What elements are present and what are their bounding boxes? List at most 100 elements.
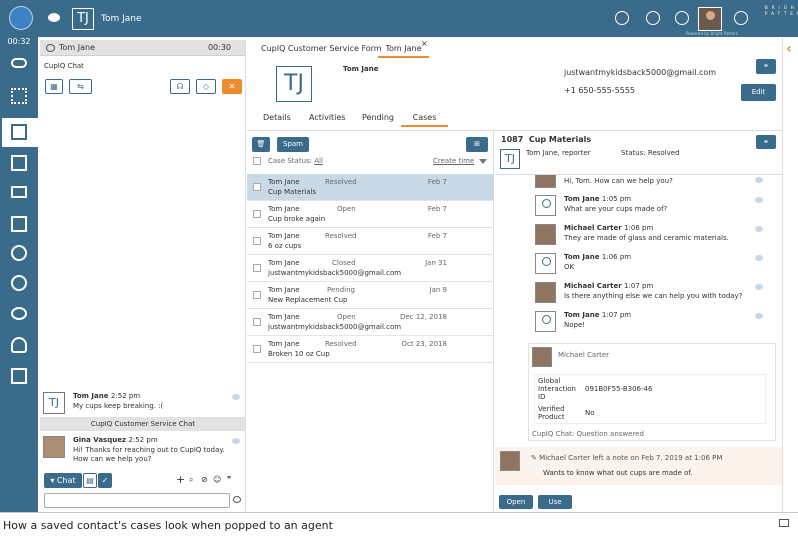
message-bubble-icon: [755, 313, 763, 319]
spam-button[interactable]: Spam: [277, 137, 309, 152]
active-contact-initials[interactable]: TJ: [72, 8, 94, 30]
documents-icon[interactable]: [11, 124, 27, 140]
user-check-icon[interactable]: [11, 337, 27, 353]
inbox-icon[interactable]: [11, 186, 27, 198]
pie-chart-icon[interactable]: [646, 11, 660, 25]
message-text: Hi, Tom. How can we help you?: [564, 177, 673, 185]
subtab-cases[interactable]: Cases: [401, 112, 448, 127]
edit-button[interactable]: Edit: [741, 84, 776, 101]
case-checkbox[interactable]: [253, 291, 261, 299]
document-icon[interactable]: ▤: [83, 473, 97, 488]
case-status-filter[interactable]: Case Status: All: [268, 157, 323, 165]
field-value: 091B0F55-B306-46: [585, 385, 653, 393]
close-tab-icon[interactable]: ×: [421, 39, 428, 48]
contact-avatar: [535, 253, 556, 274]
case-message: Michael Carter 1:07 pm Is there anything…: [535, 282, 775, 307]
chat-header-name: Tom Jane: [59, 43, 96, 52]
open-button[interactable]: Open: [499, 495, 533, 509]
end-chat-button[interactable]: ✕: [222, 79, 242, 94]
chat-header[interactable]: Tom Jane 00:30: [40, 40, 245, 56]
tag-button[interactable]: ◇: [196, 79, 216, 94]
case-row[interactable]: Tom Jane Resolved Feb 76 oz cups: [247, 228, 494, 255]
chat-bubble-icon: [46, 44, 55, 52]
chat-bubble-icon[interactable]: [48, 13, 60, 22]
session-timer: 00:32: [7, 37, 31, 46]
new-case-button[interactable]: ⊞: [466, 137, 488, 152]
help-icon[interactable]: [675, 11, 689, 25]
field-label: Global Interaction ID: [538, 377, 576, 401]
emoji-icon[interactable]: ☺: [213, 475, 221, 484]
contact-phone: +1 650-555-5555: [564, 86, 636, 95]
chat-header-time: 00:30: [207, 43, 231, 52]
link-button[interactable]: ⚭: [756, 59, 776, 74]
agent-avatar: [532, 347, 552, 367]
case-checkbox[interactable]: [253, 210, 261, 218]
dialpad-icon[interactable]: [11, 88, 27, 104]
message-bubble-icon: [755, 177, 763, 183]
power-icon[interactable]: [734, 11, 748, 25]
delete-button[interactable]: 🗑: [252, 137, 270, 152]
message-author: Tom Jane 1:07 pm: [564, 311, 632, 319]
subtab-pending[interactable]: Pending: [362, 112, 394, 127]
message-text: Nope!: [564, 321, 586, 329]
search-icon[interactable]: ⌕: [189, 475, 193, 485]
reports-icon[interactable]: [11, 275, 27, 291]
message-bubble-icon: [232, 438, 240, 444]
case-row[interactable]: Tom Jane Resolved Oct 23, 2018 Broken 10 oz…: [247, 336, 494, 363]
user-avatar[interactable]: [698, 7, 722, 31]
check-icon[interactable]: ✓: [98, 473, 112, 488]
chat-icon[interactable]: [11, 307, 27, 320]
search-icon[interactable]: [615, 11, 629, 25]
contact-email: justwantmykidsback5000@gmail.com: [564, 68, 717, 77]
chat-mode-button[interactable]: ▾ Chat: [44, 473, 82, 488]
dashboard-icon[interactable]: [11, 245, 27, 261]
note-header: ✎ Michael Carter left a note on Feb 7, 2…: [531, 454, 723, 462]
message-bubble-icon: [755, 255, 763, 261]
toggle-icon[interactable]: [11, 58, 27, 68]
attach-icon[interactable]: ⊘: [201, 475, 208, 484]
case-status: Status: Resolved: [621, 149, 680, 157]
subtab-activities[interactable]: Activities: [309, 112, 346, 127]
message-text: What are your cups made of?: [564, 205, 668, 213]
case-checkbox[interactable]: [253, 318, 261, 326]
headset-button[interactable]: ☊: [170, 79, 190, 94]
agent-status-avatar[interactable]: [9, 6, 33, 30]
case-link-button[interactable]: ⚭: [756, 135, 776, 149]
transfer-button[interactable]: ⇆: [69, 79, 92, 94]
case-row[interactable]: Tom Jane Pending Jan 9 New Replacement Cup: [247, 282, 494, 309]
home-icon[interactable]: [11, 368, 27, 384]
new-case-icon: ⊞: [474, 140, 480, 148]
case-message: Tom Jane 1:06 pm OK: [535, 253, 775, 278]
quick-reply-icon[interactable]: ❞: [227, 475, 231, 484]
select-all-checkbox[interactable]: [253, 157, 261, 165]
agent-avatar: [43, 436, 65, 458]
tag-icon: ◇: [202, 82, 210, 91]
case-row[interactable]: Tom Jane Open Feb 7 Cup broke again: [247, 201, 494, 228]
sort-down-icon[interactable]: [479, 159, 487, 164]
case-checkbox[interactable]: [253, 183, 261, 191]
case-message: Hi, Tom. How can we help you?: [535, 175, 775, 191]
case-row[interactable]: Tom Jane Resolved Feb 7 Cup Materials: [247, 174, 494, 201]
case-checkbox[interactable]: [253, 237, 261, 245]
tab-service-form[interactable]: CupIQ Customer Service Form: [261, 42, 382, 58]
add-icon[interactable]: +: [176, 473, 185, 486]
collapse-strip[interactable]: ‹: [782, 37, 798, 512]
send-icon[interactable]: [233, 496, 241, 503]
expand-icon[interactable]: [779, 519, 789, 527]
message-text: They are made of glass and ceramic mater…: [564, 234, 729, 242]
case-checkbox[interactable]: [253, 345, 261, 353]
calendar-add-button[interactable]: ▦: [45, 79, 63, 94]
contacts-icon[interactable]: [11, 216, 27, 232]
case-row[interactable]: Tom Jane Closed Jan 31 justwantmykidsback50…: [247, 255, 494, 282]
chevron-left-icon[interactable]: ‹: [786, 41, 792, 57]
case-checkbox[interactable]: [253, 264, 261, 272]
case-list: 🗑 Spam ⊞ Case Status: All Create time To…: [247, 131, 494, 512]
use-button[interactable]: Use: [538, 495, 572, 509]
case-message: Tom Jane 1:07 pm Nope!: [535, 311, 775, 336]
case-row[interactable]: Tom Jane Open Dec 12, 2018 justwantmykidsba…: [247, 309, 494, 336]
sort-create-time[interactable]: Create time: [433, 157, 474, 165]
chat-input[interactable]: [44, 493, 230, 508]
headset-icon: ☊: [176, 82, 184, 91]
subtab-details[interactable]: Details: [263, 112, 291, 127]
calendar-icon[interactable]: [11, 155, 27, 171]
